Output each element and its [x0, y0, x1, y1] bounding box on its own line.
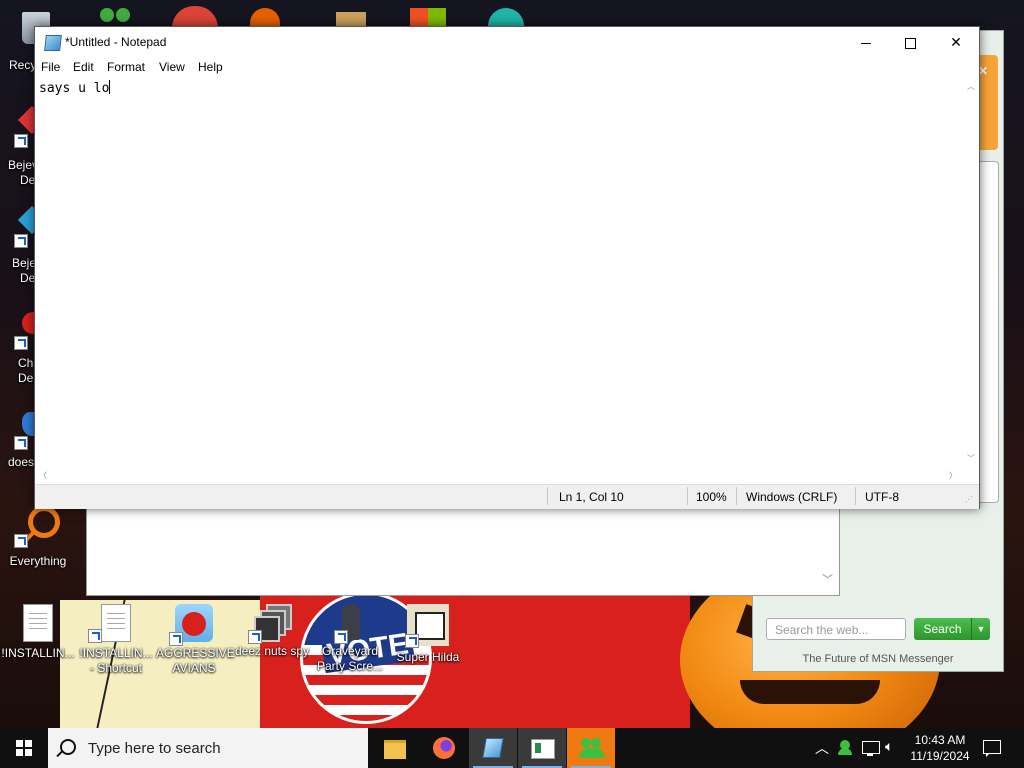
notepad-icon	[482, 738, 504, 758]
status-cursor-position: Ln 1, Col 10	[559, 490, 624, 504]
installing-shortcut-icon[interactable]: !INSTALLIN... - Shortcut	[78, 604, 154, 676]
aggressive-avians-label-2: AVIANS	[172, 661, 216, 675]
menu-help[interactable]: Help	[198, 60, 223, 74]
taskbar: Type here to search ︿ 🔈︎ 10:43 AM 11/19/…	[0, 728, 1024, 768]
firefox-icon	[433, 737, 455, 759]
status-line-ending: Windows (CRLF)	[746, 490, 838, 504]
aggressive-avians-label-1: AGGRESSIVE	[156, 646, 235, 660]
taskbar-search-placeholder: Type here to search	[88, 740, 221, 757]
notepad-window[interactable]: *Untitled - Notepad ✕ File Edit Format V…	[34, 26, 980, 509]
minimize-icon	[861, 42, 871, 44]
installing-file-label: !INSTALLIN...	[1, 646, 75, 660]
chevron-down-icon[interactable]: ▼	[971, 618, 990, 640]
installing-shortcut-label-2: - Shortcut	[89, 661, 143, 675]
text-editor-area[interactable]: says u lo	[35, 77, 963, 468]
status-encoding: UTF-8	[865, 490, 899, 504]
clock[interactable]: 10:43 AM 11/19/2024	[906, 732, 974, 764]
stacked-windows-icon	[248, 604, 292, 644]
scroll-down-icon[interactable]: ﹀	[963, 453, 979, 464]
clock-date: 11/19/2024	[910, 749, 970, 763]
installing-shortcut-label-1: !INSTALLIN...	[79, 646, 153, 660]
pixel-cat-icon	[405, 604, 449, 648]
close-icon: ✕	[950, 34, 962, 50]
scroll-left-icon[interactable]: 〈	[39, 470, 47, 481]
text-caret	[109, 80, 111, 94]
taskbar-file-explorer[interactable]	[371, 728, 419, 768]
super-hilda-label: Super Hilda	[396, 650, 460, 664]
clock-time: 10:43 AM	[914, 733, 966, 747]
deez-nuts-spy-label: deez nuts spy	[234, 644, 310, 658]
chevron-down-icon[interactable]: ﹀	[822, 571, 833, 587]
status-zoom: 100%	[696, 490, 727, 504]
notepad-titlebar[interactable]: *Untitled - Notepad ✕	[35, 27, 979, 57]
msn-footer-text: The Future of MSN Messenger	[802, 653, 954, 665]
msn-buddy-icon	[579, 738, 605, 758]
windows-top-icon[interactable]	[410, 8, 446, 28]
editor-text: says u lo	[39, 81, 110, 96]
scroll-right-icon[interactable]: 〉	[949, 470, 957, 481]
notepad-app-icon	[44, 35, 62, 51]
super-hilda-icon[interactable]: Super Hilda	[390, 604, 466, 665]
graveyard-party-label-2: Party Scre...	[316, 659, 384, 673]
msn-search-button-label: Search	[923, 622, 962, 636]
msn-search-button[interactable]: Search ▼	[914, 618, 990, 640]
search-icon	[60, 739, 76, 755]
installing-file-icon[interactable]: !INSTALLIN...	[0, 604, 76, 661]
graveyard-party-icon[interactable]: Graveyard Party Scre...	[312, 604, 388, 674]
status-bar: Ln 1, Col 10 100% Windows (CRLF) UTF-8 ⋰	[35, 484, 979, 509]
msn-search-input[interactable]: Search the web...	[766, 618, 906, 640]
horizontal-scrollbar[interactable]: 〈 〉	[35, 468, 963, 484]
maximize-icon	[904, 37, 916, 49]
menu-edit[interactable]: Edit	[73, 60, 94, 74]
background-window[interactable]: ﹀	[86, 498, 840, 596]
taskbar-msn-messenger[interactable]	[567, 728, 615, 768]
vertical-scrollbar[interactable]: ︿ ﹀	[963, 77, 979, 468]
document-shortcut-icon	[88, 604, 131, 643]
aggressive-avians-icon[interactable]: AGGRESSIVE AVIANS	[156, 604, 235, 676]
menu-format[interactable]: Format	[107, 60, 145, 74]
users-icon[interactable]	[96, 6, 136, 28]
document-icon	[23, 604, 53, 642]
scroll-up-icon[interactable]: ︿	[963, 81, 979, 92]
taskbar-app-window[interactable]	[518, 728, 566, 768]
deez-nuts-spy-icon[interactable]: deez nuts spy	[234, 604, 310, 659]
resize-grip-icon[interactable]: ⋰	[965, 495, 973, 504]
graveyard-party-label-1: Graveyard	[321, 644, 379, 658]
taskbar-search-box[interactable]: Type here to search	[48, 728, 368, 768]
menu-bar: File Edit Format View Help	[35, 57, 979, 77]
menu-file[interactable]: File	[41, 60, 60, 74]
angry-bird-icon	[169, 604, 213, 646]
taskbar-notepad[interactable]	[469, 728, 517, 768]
minimize-button[interactable]	[843, 27, 889, 57]
start-button[interactable]	[0, 728, 48, 768]
window-app-icon	[531, 739, 555, 759]
everything-label: Everything	[9, 554, 67, 568]
folder-icon	[384, 740, 406, 759]
windows-logo-icon	[16, 740, 32, 756]
maximize-button[interactable]	[887, 27, 933, 57]
window-title: *Untitled - Notepad	[65, 35, 167, 49]
close-button[interactable]: ✕	[933, 27, 979, 57]
menu-view[interactable]: View	[159, 60, 185, 74]
taskbar-firefox[interactable]	[420, 728, 468, 768]
everything-icon[interactable]	[14, 504, 62, 552]
graveyard-character-icon	[332, 604, 368, 644]
